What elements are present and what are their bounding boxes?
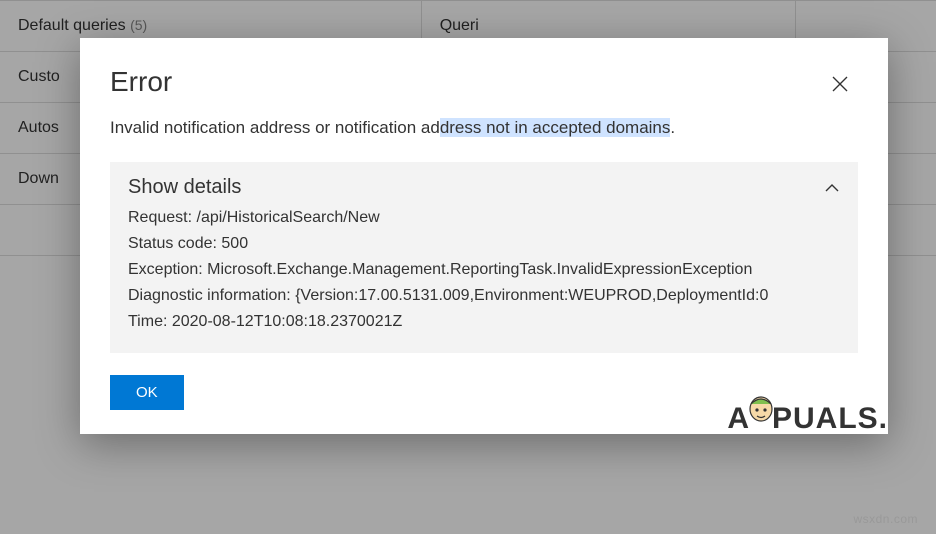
details-body: Request: /api/HistoricalSearch/New Statu… xyxy=(128,205,840,335)
detail-status: Status code: 500 xyxy=(128,231,840,257)
message-text: Invalid notification address or notifica… xyxy=(110,118,440,137)
close-button[interactable] xyxy=(822,66,858,102)
detail-label: Exception: xyxy=(128,261,203,278)
message-post: . xyxy=(670,118,675,137)
close-icon xyxy=(832,76,848,92)
detail-value: {Version:17.00.5131.009,Environment:WEUP… xyxy=(295,287,768,304)
dialog-actions: OK xyxy=(110,375,858,410)
detail-exception: Exception: Microsoft.Exchange.Management… xyxy=(128,257,840,283)
message-highlight: dress not in accepted domains xyxy=(440,118,671,137)
details-panel: Show details Request: /api/HistoricalSea… xyxy=(110,162,858,353)
detail-label: Diagnostic information: xyxy=(128,287,291,304)
watermark-text: wsxdn.com xyxy=(853,512,918,526)
error-dialog: Error Invalid notification address or no… xyxy=(80,38,888,434)
detail-label: Time: xyxy=(128,313,167,330)
detail-value: 500 xyxy=(221,235,248,252)
detail-diagnostic: Diagnostic information: {Version:17.00.5… xyxy=(128,283,840,309)
details-toggle[interactable]: Show details xyxy=(128,176,840,205)
dialog-message: Invalid notification address or notifica… xyxy=(110,118,858,138)
detail-label: Request: xyxy=(128,209,192,226)
details-label: Show details xyxy=(128,176,241,199)
detail-value: /api/HistoricalSearch/New xyxy=(197,209,380,226)
detail-label: Status code: xyxy=(128,235,217,252)
detail-value: 2020-08-12T10:08:18.2370021Z xyxy=(172,313,402,330)
detail-request: Request: /api/HistoricalSearch/New xyxy=(128,205,840,231)
ok-button[interactable]: OK xyxy=(110,375,184,410)
detail-value: Microsoft.Exchange.Management.ReportingT… xyxy=(207,261,752,278)
chevron-up-icon xyxy=(824,180,840,196)
detail-time: Time: 2020-08-12T10:08:18.2370021Z xyxy=(128,309,840,335)
dialog-title: Error xyxy=(110,66,172,98)
